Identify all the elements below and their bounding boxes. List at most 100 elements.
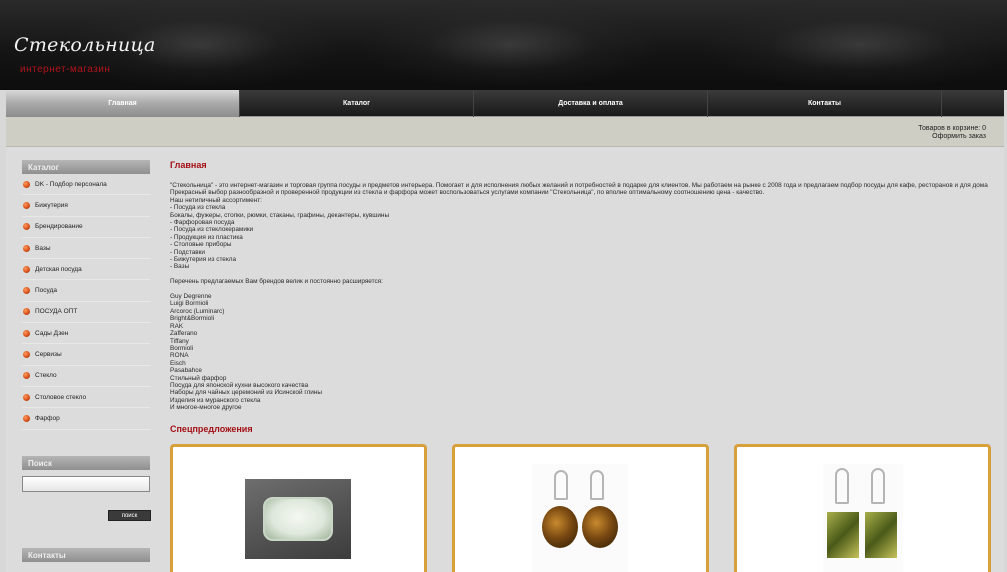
category-label: Брендирование <box>35 223 83 231</box>
text-line: Наборы для чайных церемоний из Исинской … <box>170 389 322 397</box>
earring-hook <box>590 470 604 500</box>
bullet-icon <box>23 329 30 337</box>
nav-catalog[interactable]: Каталог <box>240 90 474 117</box>
bullet-icon <box>23 244 30 252</box>
text-line: Zafferano <box>170 330 198 338</box>
text-line: Перечень предлагаемых Вам брендов велик … <box>170 278 383 286</box>
category-label: Посуда <box>35 287 57 295</box>
text-line: Изделия из муранского стекла <box>170 396 261 404</box>
intro-text: "Стекольница" - это интернет-магазин и т… <box>170 182 1000 412</box>
category-item[interactable]: Столовое стекло <box>22 387 150 409</box>
soap-dish-image <box>263 497 333 541</box>
text-line: - Вазы <box>170 263 190 271</box>
cart-count: Товаров в корзине: 0 <box>918 125 986 132</box>
category-item[interactable]: ПОСУДА ОПТ <box>22 302 150 324</box>
category-item[interactable]: Детская посуда <box>22 259 150 281</box>
bullet-icon <box>23 265 30 273</box>
text-line: - Подставки <box>170 248 206 256</box>
product-card[interactable] <box>452 444 709 572</box>
earring-bead <box>542 506 578 548</box>
text-line: Прекрасный выбор разнообразной и провере… <box>170 189 765 197</box>
text-line: Стильный фарфор <box>170 374 227 382</box>
text-line: Arcoroc (Luminarc) <box>170 307 225 315</box>
site-logo-title[interactable]: Стекольница <box>14 34 156 56</box>
text-line: Bormioli <box>170 344 194 352</box>
category-item[interactable]: Стекло <box>22 366 150 387</box>
category-label: Стекло <box>35 372 57 380</box>
content-area: Главная "Стекольница" - это интернет-маг… <box>170 160 1000 572</box>
nav-home[interactable]: Главная <box>6 90 240 117</box>
product-image[interactable] <box>532 464 628 572</box>
category-item[interactable]: Бижутерия <box>22 195 150 217</box>
text-line: Бокалы, фужеры, стопки, рюмки, стаканы, … <box>170 211 390 219</box>
category-item[interactable]: Вазы <box>22 238 150 260</box>
text-line: - Столовые приборы <box>170 241 232 249</box>
bullet-icon <box>23 393 30 401</box>
nav-delivery[interactable]: Доставка и оплата <box>474 90 708 117</box>
page-title: Главная <box>170 160 207 170</box>
bullet-icon <box>23 201 30 209</box>
bullet-icon <box>23 223 30 231</box>
earring-bead <box>827 512 859 558</box>
search-button[interactable]: поиск <box>108 510 151 521</box>
text-line: Luigi Bormioli <box>170 300 209 308</box>
text-line: - Посуда из стеклокерамики <box>170 226 254 234</box>
text-line: "Стекольница" - это интернет-магазин и т… <box>170 182 988 189</box>
text-line: - Посуда из стекла <box>170 204 226 212</box>
category-label: Сады Дзен <box>35 329 69 337</box>
product-card[interactable] <box>734 444 991 572</box>
earring-hook <box>871 468 885 504</box>
product-card[interactable] <box>170 444 427 572</box>
category-item[interactable]: Фарфор <box>22 408 150 430</box>
sidebar-search: Поиск поиск <box>22 456 151 521</box>
main-area: Каталог DK - Подбор персонала Бижутерия Бр… <box>6 147 1004 572</box>
category-label: Столовое стекло <box>35 393 87 401</box>
text-line: RAK <box>170 322 184 330</box>
text-line <box>170 286 1000 293</box>
text-line: И многое-многое другое <box>170 404 242 412</box>
product-image[interactable] <box>823 464 903 572</box>
category-label: ПОСУДА ОПТ <box>35 308 78 316</box>
site-logo-subtitle: интернет-магазин <box>20 64 111 75</box>
text-line: Eisch <box>170 359 186 367</box>
site-header: Стекольница интернет-магазин <box>0 0 1007 90</box>
bullet-icon <box>23 308 30 316</box>
text-line: Bright&Bormioli <box>170 315 215 323</box>
header-ornament <box>360 0 660 90</box>
special-offers <box>170 444 1000 572</box>
category-label: Бижутерия <box>35 201 68 209</box>
category-label: Детская посуда <box>35 265 82 273</box>
text-line: RONA <box>170 352 189 360</box>
catalog-heading: Каталог <box>22 160 150 174</box>
category-item[interactable]: DK - Подбор персонала <box>22 174 150 196</box>
special-offers-title: Спецпредложения <box>170 424 253 434</box>
category-item[interactable]: Посуда <box>22 280 150 302</box>
category-item[interactable]: Сервизы <box>22 344 150 366</box>
text-line: Наш нетипичный ассортимент: <box>170 196 262 204</box>
text-line: Tiffany <box>170 337 189 345</box>
bullet-icon <box>23 180 30 188</box>
category-list: DK - Подбор персонала Бижутерия Брендирова… <box>22 174 150 430</box>
bullet-icon <box>23 414 30 422</box>
earring-bead <box>865 512 897 558</box>
earring-hook <box>554 470 568 500</box>
header-ornament <box>700 0 1007 90</box>
contacts-heading: Контакты <box>22 548 150 562</box>
bullet-icon <box>23 351 30 359</box>
category-label: DK - Подбор персонала <box>35 180 107 188</box>
search-input[interactable] <box>22 476 150 492</box>
text-line: - Бижутерия из стекла <box>170 256 237 264</box>
bullet-icon <box>23 287 30 295</box>
text-line: - Фарфоровая посуда <box>170 219 235 227</box>
category-label: Сервизы <box>35 351 62 359</box>
earring-hook <box>835 468 849 504</box>
cart-bar: Товаров в корзине: 0 Оформить заказ <box>6 117 1004 147</box>
checkout-link[interactable]: Оформить заказ <box>932 133 986 140</box>
category-item[interactable]: Брендирование <box>22 217 150 238</box>
nav-contacts[interactable]: Контакты <box>708 90 942 117</box>
product-image[interactable] <box>245 479 351 559</box>
category-item[interactable]: Сады Дзен <box>22 323 150 345</box>
text-line: Pasabahce <box>170 367 202 375</box>
text-line: - Продукция из пластика <box>170 233 243 241</box>
